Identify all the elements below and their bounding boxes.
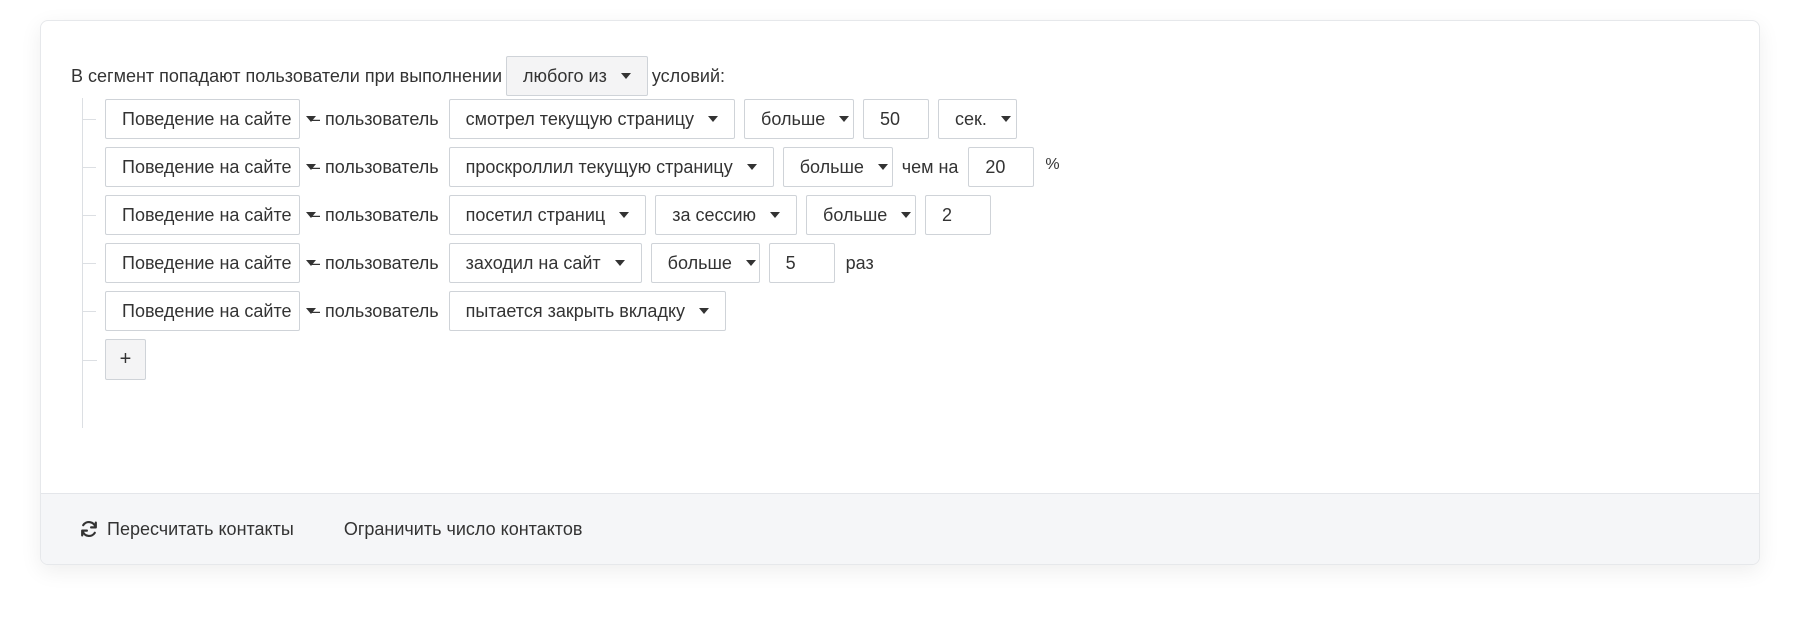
add-condition-button[interactable]: + xyxy=(83,339,146,380)
chevron-down-icon xyxy=(877,164,888,170)
recalculate-contacts-label: Пересчитать контакты xyxy=(107,518,294,539)
refresh-icon xyxy=(81,521,97,537)
condition-comparator-select[interactable]: больше xyxy=(744,99,855,139)
condition-connector-label: – пользователь xyxy=(310,204,439,225)
condition-action-select[interactable]: заходил на сайт xyxy=(448,243,642,283)
chevron-down-icon xyxy=(839,116,850,122)
condition-between-label: чем на xyxy=(901,156,959,177)
condition-category-select[interactable]: Поведение на сайте xyxy=(105,99,316,139)
condition-value-input[interactable]: 5 xyxy=(768,243,835,283)
condition-comparator-value: больше xyxy=(799,156,864,177)
chevron-down-icon xyxy=(1000,116,1011,122)
card-footer: Пересчитать контакты Ограничить число ко… xyxy=(41,493,1759,564)
condition-value-input[interactable]: 2 xyxy=(925,195,992,235)
match-mode-value: любого из xyxy=(523,65,607,86)
chevron-down-icon xyxy=(614,260,625,266)
condition-unit-label: % xyxy=(1045,156,1060,173)
condition-action-select[interactable]: пытается закрыть вкладку xyxy=(448,291,727,331)
condition-period-select[interactable]: за сессию xyxy=(655,195,798,235)
condition-connector-label: – пользователь xyxy=(310,108,439,129)
condition-action-value: заходил на сайт xyxy=(465,252,601,273)
condition-row: Поведение на сайте – пользователь проскр… xyxy=(82,147,1060,187)
chevron-down-icon xyxy=(745,260,756,266)
condition-connector-label: – пользователь xyxy=(310,252,439,273)
chevron-down-icon xyxy=(699,308,710,314)
segment-conditions-card: В сегмент попадают пользователи при выпо… xyxy=(40,20,1760,565)
condition-category-value: Поведение на сайте xyxy=(122,204,292,225)
limit-contacts-label: Ограничить число контактов xyxy=(343,518,583,539)
condition-category-value: Поведение на сайте xyxy=(122,300,292,321)
condition-connector-label: – пользователь xyxy=(310,156,439,177)
condition-comparator-value: больше xyxy=(761,108,826,129)
condition-action-select[interactable]: посетил страниц xyxy=(448,195,647,235)
condition-comparator-select[interactable]: больше xyxy=(782,147,893,187)
limit-contacts-button[interactable]: Ограничить число контактов xyxy=(344,519,583,540)
condition-comparator-value: больше xyxy=(823,204,888,225)
condition-period-value: за сессию xyxy=(672,204,757,225)
chevron-down-icon xyxy=(620,73,631,79)
chevron-down-icon xyxy=(708,116,719,122)
recalculate-contacts-button[interactable]: Пересчитать контакты xyxy=(79,519,294,540)
condition-unit-select[interactable]: сек. xyxy=(938,99,1018,139)
condition-comparator-value: больше xyxy=(667,252,732,273)
condition-category-select[interactable]: Поведение на сайте xyxy=(105,243,316,283)
conditions-area: В сегмент попадают пользователи при выпо… xyxy=(41,21,1759,495)
chevron-down-icon xyxy=(619,212,630,218)
condition-value-input[interactable]: 20 xyxy=(968,147,1035,187)
condition-row: Поведение на сайте – пользователь посети… xyxy=(81,195,1000,235)
chevron-down-icon xyxy=(901,212,912,218)
condition-action-value: пытается закрыть вкладку xyxy=(465,300,686,321)
condition-unit-value: сек. xyxy=(955,108,987,129)
condition-comparator-select[interactable]: больше xyxy=(806,195,917,235)
condition-row: Поведение на сайте – пользователь смотре… xyxy=(81,99,1026,139)
condition-action-value: проскроллил текущую страницу xyxy=(465,156,733,177)
match-mode-select[interactable]: любого из xyxy=(506,56,648,96)
header-suffix-text: условий: xyxy=(651,66,726,86)
chevron-down-icon xyxy=(746,164,757,170)
header-prefix-text: В сегмент попадают пользователи при выпо… xyxy=(71,66,503,86)
condition-row: Поведение на сайте – пользователь заходи… xyxy=(82,243,874,283)
condition-action-value: смотрел текущую страницу xyxy=(465,108,695,129)
condition-action-value: посетил страниц xyxy=(465,204,606,225)
condition-category-value: Поведение на сайте xyxy=(122,156,292,177)
condition-unit-label: раз xyxy=(845,252,874,273)
condition-row: Поведение на сайте – пользователь пытает… xyxy=(81,291,735,331)
condition-category-value: Поведение на сайте xyxy=(122,108,292,129)
condition-comparator-select[interactable]: больше xyxy=(650,243,760,283)
condition-category-select[interactable]: Поведение на сайте xyxy=(105,147,316,187)
condition-connector-label: – пользователь xyxy=(310,300,439,321)
segment-rule-header: В сегмент попадают пользователи при выпо… xyxy=(71,56,725,96)
condition-category-select[interactable]: Поведение на сайте xyxy=(105,291,316,331)
condition-action-select[interactable]: смотрел текущую страницу xyxy=(448,99,736,139)
condition-action-select[interactable]: проскроллил текущую страницу xyxy=(448,147,774,187)
condition-category-value: Поведение на сайте xyxy=(122,252,292,273)
chevron-down-icon xyxy=(770,212,781,218)
condition-category-select[interactable]: Поведение на сайте xyxy=(105,195,316,235)
condition-value-input[interactable]: 50 xyxy=(863,99,930,139)
